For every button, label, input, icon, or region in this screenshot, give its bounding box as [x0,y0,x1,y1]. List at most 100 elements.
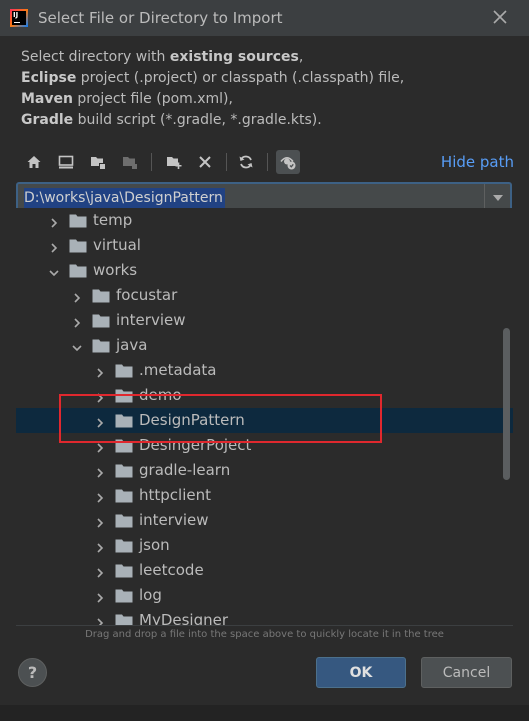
tree-row-label: java [116,336,148,354]
chevron-right-icon[interactable] [94,415,106,428]
new-folder-icon [167,157,182,169]
tree-row-label: gradle-learn [139,461,231,479]
folder-icon [92,289,110,303]
chevron-right-icon[interactable] [94,565,106,578]
folder-icon [115,414,133,428]
module-folder-icon [123,157,137,169]
tree-row-label: virtual [93,236,141,254]
path-dropdown-button[interactable] [484,184,510,211]
description-line-4: Gradle build script (*.gradle, *.gradle.… [21,112,322,128]
file-tree[interactable]: temp virtual works focustar interview java .me… [16,208,513,626]
chevron-right-icon[interactable] [94,465,106,478]
tree-row[interactable]: log [16,583,513,608]
tree-row-label: log [139,586,162,604]
tree-row[interactable]: leetcode [16,558,513,583]
tree-row[interactable]: gradle-learn [16,458,513,483]
module-directory-button[interactable] [118,150,142,174]
tree-row-label: demo [139,386,182,404]
tree-row[interactable]: interview [16,308,513,333]
folder-icon [115,614,133,625]
tree-row[interactable]: virtual [16,233,513,258]
folder-icon [115,514,133,528]
chevron-right-icon[interactable] [94,365,106,378]
tree-row[interactable]: works [16,258,513,283]
tree-row-label: .metadata [139,361,217,379]
folder-icon [115,464,133,478]
folder-icon [115,564,133,578]
tree-row[interactable]: MyDesigner [16,608,513,625]
close-icon [493,10,507,24]
tree-row-label: interview [139,511,209,529]
tree-row-label: DesingerPoject [139,436,252,454]
hide-path-link[interactable]: Hide path [441,153,514,171]
chevron-right-icon[interactable] [48,240,60,253]
tree-row-label: DesignPattern [139,411,245,429]
tree-row[interactable]: java [16,333,513,358]
chevron-right-icon[interactable] [71,290,83,303]
tree-row[interactable]: interview [16,508,513,533]
chevron-down-icon[interactable] [48,265,60,277]
desktop-button[interactable] [54,150,78,174]
tree-row-label: httpclient [139,486,211,504]
logo-text: IJ [13,11,19,19]
dialog-title: Select File or Directory to Import [38,9,283,27]
chevron-down-icon [492,194,503,201]
chevron-down-icon[interactable] [71,340,83,352]
show-hidden-icon [280,157,296,170]
path-input[interactable] [22,187,484,209]
delete-button[interactable] [193,150,217,174]
tree-scrollbar[interactable] [503,328,510,480]
tree-row-label: interview [116,311,186,329]
tree-row[interactable]: temp [16,208,513,233]
tree-row[interactable]: httpclient [16,483,513,508]
folder-icon [115,589,133,603]
description-line-1: Select directory with existing sources, [21,49,304,65]
folder-icon [92,314,110,328]
chevron-right-icon[interactable] [94,440,106,453]
chevron-right-icon[interactable] [48,215,60,228]
chevron-right-icon[interactable] [94,390,106,403]
tree-row-label: temp [93,211,133,229]
delete-icon [199,156,211,168]
chevron-right-icon[interactable] [94,490,106,503]
refresh-icon [239,155,253,169]
project-folder-icon [91,157,105,169]
description-line-3: Maven project file (pom.xml), [21,91,233,107]
chevron-right-icon[interactable] [71,315,83,328]
folder-icon [115,489,133,503]
chevron-right-icon[interactable] [94,515,106,528]
home-button[interactable] [22,150,46,174]
folder-icon [92,339,110,353]
ok-button[interactable]: OK [316,657,406,688]
chevron-right-icon[interactable] [94,615,106,625]
toolbar-separator [226,153,227,171]
tree-row-label: works [93,261,138,279]
new-folder-button[interactable] [162,150,186,174]
tree-row-label: json [139,536,170,554]
tree-row[interactable]: DesignPattern [16,408,513,433]
folder-icon [69,239,87,253]
window-bottom-edge [0,705,529,721]
toolbar-separator [267,153,268,171]
tree-row[interactable]: DesingerPoject [16,433,513,458]
chevron-right-icon[interactable] [94,590,106,603]
chevron-right-icon[interactable] [94,540,106,553]
title-bar: IJ Select File or Directory to Import [0,0,529,36]
tree-row[interactable]: focustar [16,283,513,308]
refresh-button[interactable] [234,150,258,174]
tree-row[interactable]: demo [16,383,513,408]
intellij-logo-icon: IJ [10,9,28,27]
file-chooser-toolbar: Hide path [16,148,516,176]
close-button[interactable] [491,8,509,26]
cancel-button[interactable]: Cancel [421,657,512,688]
show-hidden-files-toggle[interactable] [276,150,300,174]
project-directory-button[interactable] [86,150,110,174]
description-line-2: Eclipse project (.project) or classpath … [21,70,405,86]
desktop-icon [58,155,74,169]
tree-row[interactable]: .metadata [16,358,513,383]
dialog-description: Select directory with existing sources, … [21,47,404,131]
drag-drop-hint: Drag and drop a file into the space abov… [85,629,444,640]
home-icon [27,156,41,168]
help-button[interactable]: ? [18,658,47,687]
tree-row[interactable]: json [16,533,513,558]
